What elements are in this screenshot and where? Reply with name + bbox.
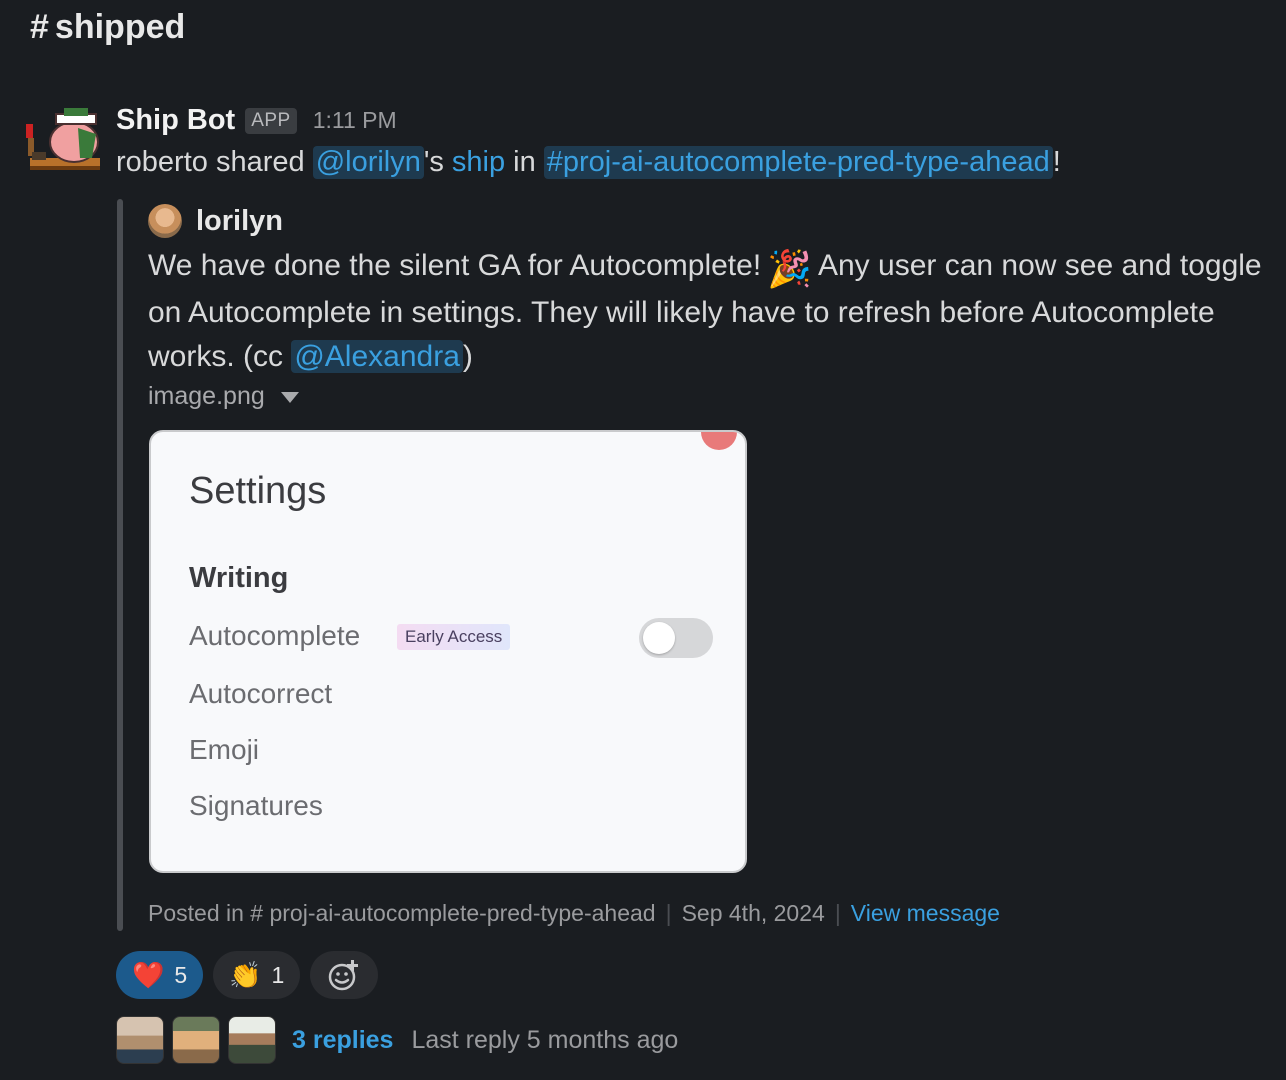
reaction-count: 1 (271, 961, 285, 988)
posted-in-footer: Posted in # proj-ai-autocomplete-pred-ty… (148, 900, 1000, 927)
alexandra-mention[interactable]: @Alexandra (291, 340, 463, 373)
toggle-knob (643, 622, 675, 654)
hash-icon: # (30, 8, 49, 46)
preview-row-emoji: Emoji (189, 734, 260, 765)
preview-title: Settings (189, 470, 327, 512)
quote-text: We have done the silent GA for Autocompl… (148, 244, 1268, 379)
chevron-down-icon[interactable] (280, 392, 299, 403)
preview-row-autocorrect: Autocorrect (189, 678, 333, 709)
exclaim-text: ! (1052, 146, 1061, 178)
separator: | (665, 900, 672, 926)
in-word: in (513, 146, 536, 178)
preview-row-autocomplete: Autocomplete (189, 620, 361, 651)
preview-row-signatures: Signatures (189, 790, 323, 821)
view-message-link[interactable]: View message (851, 900, 1000, 927)
reply-avatar[interactable] (172, 1016, 220, 1064)
ship-link[interactable]: ship (452, 146, 505, 179)
add-emoji-icon (329, 960, 359, 991)
heart-reaction[interactable]: ❤️ 5 (116, 951, 204, 999)
image-preview[interactable]: Settings Writing Autocomplete Early Acce… (149, 430, 747, 873)
channel-name: shipped (54, 8, 186, 46)
message-intro: roberto shared (116, 146, 305, 178)
notification-dot-icon (701, 432, 737, 450)
reply-avatar[interactable] (228, 1016, 276, 1064)
posted-in-label: Posted in (148, 900, 244, 926)
author-avatar[interactable] (148, 204, 182, 238)
autocomplete-toggle (639, 618, 713, 658)
reply-count-link[interactable]: 3 replies (292, 1026, 393, 1055)
clap-reaction[interactable]: 👏 1 (213, 951, 301, 999)
quote-bar (117, 199, 123, 931)
sender-name[interactable]: Ship Bot (116, 104, 235, 137)
quote-author[interactable]: lorilyn (148, 204, 283, 238)
posted-date[interactable]: Sep 4th, 2024 (682, 900, 825, 927)
attachment-filename[interactable]: image.png (148, 382, 265, 411)
message-header: Ship Bot APP 1:11 PM (116, 104, 397, 137)
possessive-text: 's (423, 146, 444, 178)
channel-title[interactable]: # shipped (30, 8, 185, 47)
preview-section: Writing (189, 562, 289, 594)
message-text: roberto shared @lorilyn 's ship in #proj… (116, 146, 1061, 179)
posted-in-channel[interactable]: # proj-ai-autocomplete-pred-type-ahead (250, 900, 655, 927)
user-mention[interactable]: @lorilyn (312, 146, 424, 179)
clap-icon: 👏 (229, 959, 262, 990)
reaction-count: 5 (174, 961, 188, 988)
channel-link[interactable]: #proj-ai-autocomplete-pred-type-ahead (543, 146, 1053, 179)
author-name[interactable]: lorilyn (196, 205, 283, 238)
party-popper-icon: 🎉 (767, 248, 812, 289)
thread-replies[interactable]: 3 replies Last reply 5 months ago (116, 1016, 678, 1064)
early-access-badge: Early Access (397, 624, 511, 650)
attachment-header[interactable]: image.png (148, 382, 299, 411)
reactions-bar: ❤️ 5 👏 1 (116, 951, 379, 999)
quote-text-1: We have done the silent GA for Autocompl… (148, 249, 762, 282)
separator: | (834, 900, 841, 926)
reply-avatar[interactable] (116, 1016, 164, 1064)
quote-text-3: ) (462, 340, 473, 373)
message-timestamp[interactable]: 1:11 PM (313, 107, 397, 134)
app-badge: APP (245, 107, 297, 134)
heart-icon: ❤️ (132, 959, 165, 990)
add-reaction-button[interactable] (310, 951, 379, 999)
ship-bot-avatar[interactable] (26, 108, 102, 176)
last-reply-text: Last reply 5 months ago (411, 1025, 679, 1054)
